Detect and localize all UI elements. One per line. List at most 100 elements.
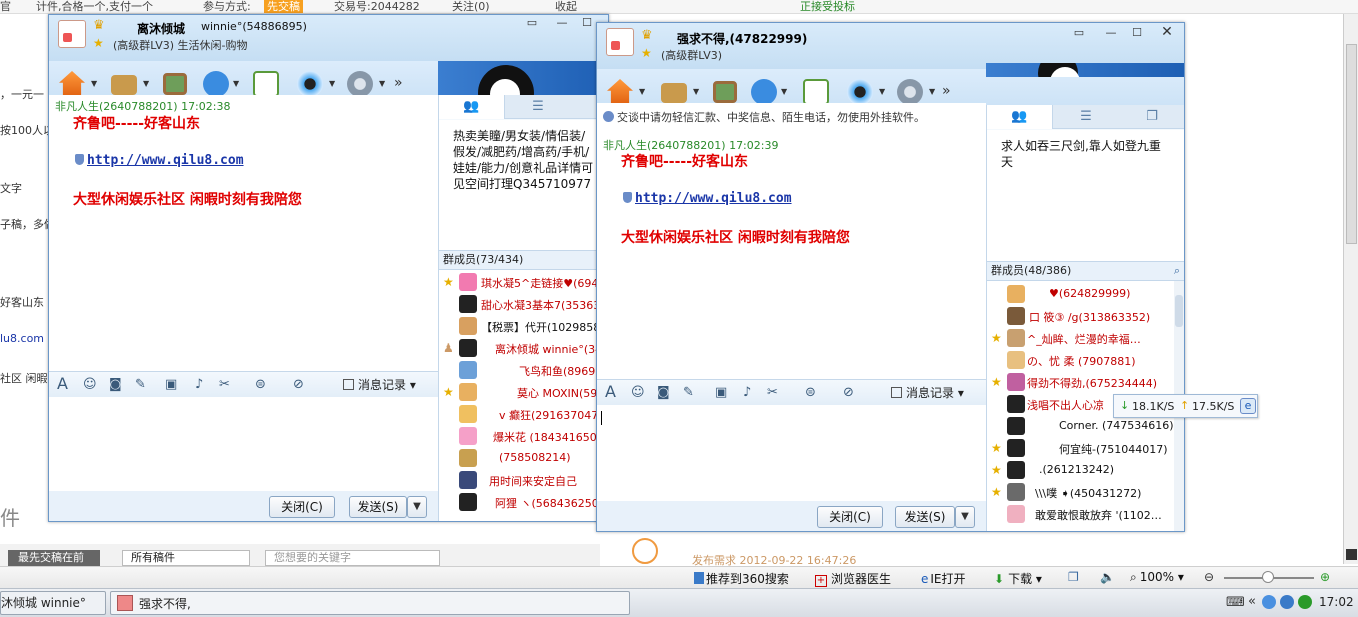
tab-list-icon[interactable]: ☰	[1053, 105, 1119, 129]
microphone-icon[interactable]	[203, 71, 229, 97]
message-input[interactable]	[49, 397, 438, 491]
message-input[interactable]	[597, 405, 986, 503]
music-icon[interactable]: ♪	[195, 377, 203, 392]
sort-button[interactable]: 最先交稿在前	[8, 550, 100, 566]
chevron-down-icon[interactable]: ▼	[91, 79, 99, 88]
chevron-down-icon[interactable]: ▼	[233, 79, 241, 88]
image-icon[interactable]: ▣	[165, 377, 177, 392]
member-row[interactable]: 阿狸 ヽ(568436250)	[439, 491, 608, 513]
zoom-level[interactable]: ⌕ 100% ▾	[1130, 570, 1184, 585]
security-tray-icon[interactable]	[1298, 595, 1312, 609]
maximize-icon[interactable]: ☐	[579, 17, 595, 31]
close-button[interactable]: 关闭(C)	[817, 506, 883, 528]
member-row[interactable]: Corner. (747534616)	[987, 415, 1184, 437]
taskbar-item[interactable]: 沐倾城 winnie°	[0, 591, 106, 615]
page-scrollbar[interactable]	[1343, 14, 1358, 564]
bg-left-link[interactable]: lu8.com	[0, 332, 44, 345]
search-360-link[interactable]: 推荐到360搜索	[694, 570, 789, 587]
banner-ad[interactable]	[986, 63, 1184, 77]
taskbar-item[interactable]: 强求不得,	[110, 591, 630, 615]
block-icon[interactable]: ⊘	[843, 385, 854, 400]
settings-gear-icon[interactable]	[897, 79, 923, 105]
webcam-icon[interactable]	[297, 71, 323, 97]
member-row[interactable]: 爆米花 (184341650)	[439, 425, 608, 447]
minimize-icon[interactable]: —	[554, 17, 570, 31]
tray-expand-icon[interactable]: «	[1248, 594, 1256, 609]
browser-doctor-link[interactable]: + 浏览器医生	[815, 570, 891, 587]
member-row[interactable]: 用时间来安定自己	[439, 469, 608, 491]
block-icon[interactable]: ⊘	[293, 377, 304, 392]
keyboard-icon[interactable]: ⌨	[1226, 595, 1245, 610]
group-avatar-icon[interactable]	[606, 28, 634, 56]
chevron-down-icon[interactable]: ▼	[879, 87, 887, 96]
member-row[interactable]: 【税票】代开(10298580	[439, 315, 608, 337]
maximize-icon[interactable]: ☐	[1129, 27, 1145, 41]
scissors-icon[interactable]: ✂	[219, 377, 230, 392]
member-row[interactable]: ♟ 离沐倾城 winnie°(34	[439, 337, 608, 359]
qq-tray-icon[interactable]	[1262, 595, 1276, 609]
titlebar[interactable]: ♛ ★ 离沐倾城 winnie°(54886895) (高级群LV3) 生活休闲…	[49, 15, 608, 61]
chevron-down-icon[interactable]: ▼	[781, 87, 789, 96]
tab-members-icon[interactable]: 👥	[987, 105, 1053, 129]
history-button[interactable]: 消息记录 ▾	[891, 384, 964, 401]
font-icon[interactable]: A	[605, 382, 616, 401]
folder-icon[interactable]	[111, 75, 137, 95]
chevron-down-icon[interactable]: ▼	[929, 87, 937, 96]
download-link[interactable]: ⬇ 下载 ▾	[994, 570, 1042, 587]
close-icon[interactable]: ✕	[1159, 25, 1175, 40]
bg-collapse-link[interactable]: 收起	[555, 0, 577, 13]
red-packet-icon[interactable]: ⊜	[255, 377, 266, 392]
member-row[interactable]: ♥(624829999)	[987, 283, 1184, 305]
font-icon[interactable]: A	[57, 374, 68, 393]
emoji-icon[interactable]: ☺	[631, 385, 645, 400]
member-row[interactable]: 甜心水凝3基本7(35363	[439, 293, 608, 315]
sticker-icon[interactable]: ◙	[657, 385, 670, 400]
search-icon[interactable]: ⌕	[1174, 262, 1180, 280]
history-button[interactable]: 消息记录 ▾	[343, 376, 416, 393]
message-link[interactable]: http://www.qilu8.com	[75, 153, 244, 168]
ie-icon[interactable]: e	[1240, 398, 1256, 414]
add-app-icon[interactable]	[803, 79, 829, 105]
member-row[interactable]: 敢爱敢恨敢放弃 '(1102…	[987, 503, 1184, 525]
send-button[interactable]: 发送(S)	[895, 506, 955, 528]
member-row[interactable]: ★ \\\噗 ➧(450431272)	[987, 481, 1184, 503]
image-icon[interactable]: ▣	[715, 385, 727, 400]
home-icon[interactable]	[607, 79, 633, 105]
edit-icon[interactable]: ✎	[135, 377, 146, 392]
member-row[interactable]: の、忧 柔 (7907881)	[987, 349, 1184, 371]
filter-select[interactable]: 所有稿件	[122, 550, 250, 566]
member-row[interactable]: 口 筱③ /g(313863352)	[987, 305, 1184, 327]
speaker-icon[interactable]: 🔈	[1100, 570, 1115, 584]
tab-members-icon[interactable]: 👥	[439, 95, 505, 119]
open-in-ie-link[interactable]: e IE打开	[921, 570, 966, 587]
more-icon[interactable]: »	[394, 75, 403, 91]
member-row[interactable]: ★ 得劲不得劲,(675234444)	[987, 371, 1184, 393]
zoom-out-icon[interactable]: ⊖	[1204, 570, 1214, 584]
chevron-down-icon[interactable]: ▼	[379, 79, 387, 88]
scissors-icon[interactable]: ✂	[767, 385, 778, 400]
chevron-down-icon[interactable]: ▼	[329, 79, 337, 88]
home-icon[interactable]	[59, 71, 85, 97]
window-icon[interactable]: ❐	[1068, 570, 1079, 584]
group-avatar-icon[interactable]	[58, 20, 86, 48]
minimize-icon[interactable]: —	[1103, 27, 1119, 41]
settings-gear-icon[interactable]	[347, 71, 373, 97]
tab-list-icon[interactable]: ☰	[505, 95, 571, 119]
clock[interactable]: 17:02	[1319, 595, 1354, 609]
skin-icon[interactable]: ▭	[1071, 27, 1087, 41]
webcam-icon[interactable]	[847, 79, 873, 105]
edit-icon[interactable]: ✎	[683, 385, 694, 400]
bg-follow-link[interactable]: 关注(0)	[452, 0, 490, 13]
member-row[interactable]: ★ ^_灿眸、烂漫的幸福…	[987, 327, 1184, 349]
member-row[interactable]: (758508214)	[439, 447, 608, 469]
skin-icon[interactable]: ▭	[524, 17, 540, 31]
member-row[interactable]: ★ 莫心 MOXIN(594	[439, 381, 608, 403]
red-packet-icon[interactable]: ⊜	[805, 385, 816, 400]
microphone-icon[interactable]	[751, 79, 777, 105]
message-link[interactable]: http://www.qilu8.com	[623, 191, 792, 206]
zoom-slider-thumb[interactable]	[1262, 571, 1274, 583]
chevron-down-icon[interactable]: ▼	[639, 87, 647, 96]
emoji-icon[interactable]: ☺	[83, 377, 97, 392]
chevron-down-icon[interactable]: ▼	[143, 79, 151, 88]
more-icon[interactable]: »	[942, 83, 951, 99]
